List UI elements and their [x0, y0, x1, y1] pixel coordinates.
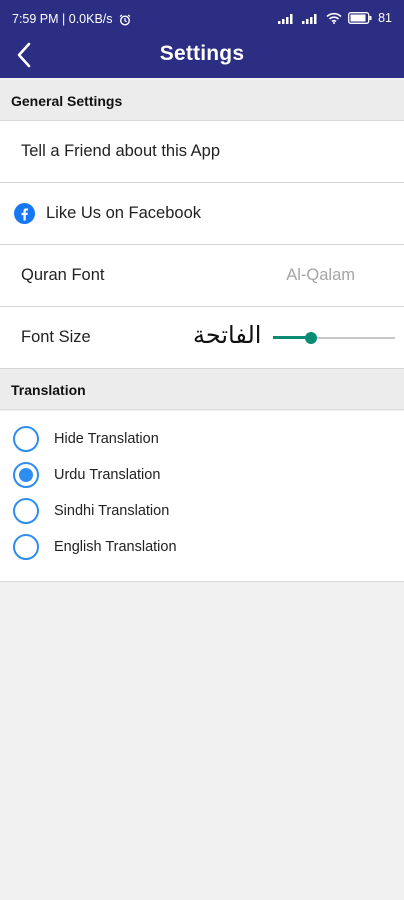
facebook-label: Like Us on Facebook [46, 204, 202, 222]
facebook-row[interactable]: Like Us on Facebook [0, 183, 404, 245]
quran-font-value: Al-Qalam [286, 266, 355, 284]
radio-english-translation[interactable]: English Translation [0, 532, 404, 566]
font-size-preview: الفاتحة [193, 321, 262, 349]
alarm-icon [119, 14, 131, 26]
font-size-row: Font Size الفاتحة [0, 307, 404, 369]
radio-urdu-translation[interactable]: Urdu Translation [0, 460, 404, 494]
wifi-icon [326, 12, 342, 24]
radio-label: Sindhi Translation [54, 503, 170, 519]
title-bar: Settings [0, 38, 404, 74]
radio-button[interactable] [13, 462, 39, 488]
radio-sindhi-translation[interactable]: Sindhi Translation [0, 496, 404, 530]
radio-button[interactable] [13, 498, 39, 524]
tell-friend-row[interactable]: Tell a Friend about this App [0, 121, 404, 183]
facebook-icon [14, 203, 35, 224]
signal-icon [278, 13, 293, 24]
signal-icon-2 [302, 13, 317, 24]
quran-font-label: Quran Font [21, 266, 105, 284]
quran-font-row[interactable]: Quran Font Al-Qalam [0, 245, 404, 307]
status-left: 7:59 PM | 0.0KB/s [12, 12, 131, 26]
translation-options: Hide Translation Urdu Translation Sindhi… [0, 411, 404, 582]
page-title: Settings [159, 42, 245, 65]
radio-label: Hide Translation [54, 431, 159, 447]
section-translation-title: Translation [11, 382, 86, 398]
radio-hide-translation[interactable]: Hide Translation [0, 424, 404, 458]
section-general-settings-title: General Settings [11, 93, 123, 109]
font-size-label: Font Size [21, 328, 91, 346]
battery-icon [348, 12, 372, 24]
status-right: 81 [278, 11, 392, 25]
radio-label: English Translation [54, 539, 177, 555]
battery-level: 81 [378, 11, 392, 25]
section-general-settings: General Settings [0, 80, 404, 121]
radio-button[interactable] [13, 534, 39, 560]
section-translation: Translation [0, 369, 404, 410]
font-size-slider[interactable] [273, 328, 395, 348]
tell-friend-label: Tell a Friend about this App [21, 142, 221, 160]
status-bar: 7:59 PM | 0.0KB/s 81 [0, 0, 404, 40]
status-time-speed: 7:59 PM | 0.0KB/s [12, 12, 113, 26]
app-bar: 7:59 PM | 0.0KB/s 81 Settings [0, 0, 404, 78]
radio-button[interactable] [13, 426, 39, 452]
radio-label: Urdu Translation [54, 467, 161, 483]
slider-thumb[interactable] [304, 332, 317, 344]
